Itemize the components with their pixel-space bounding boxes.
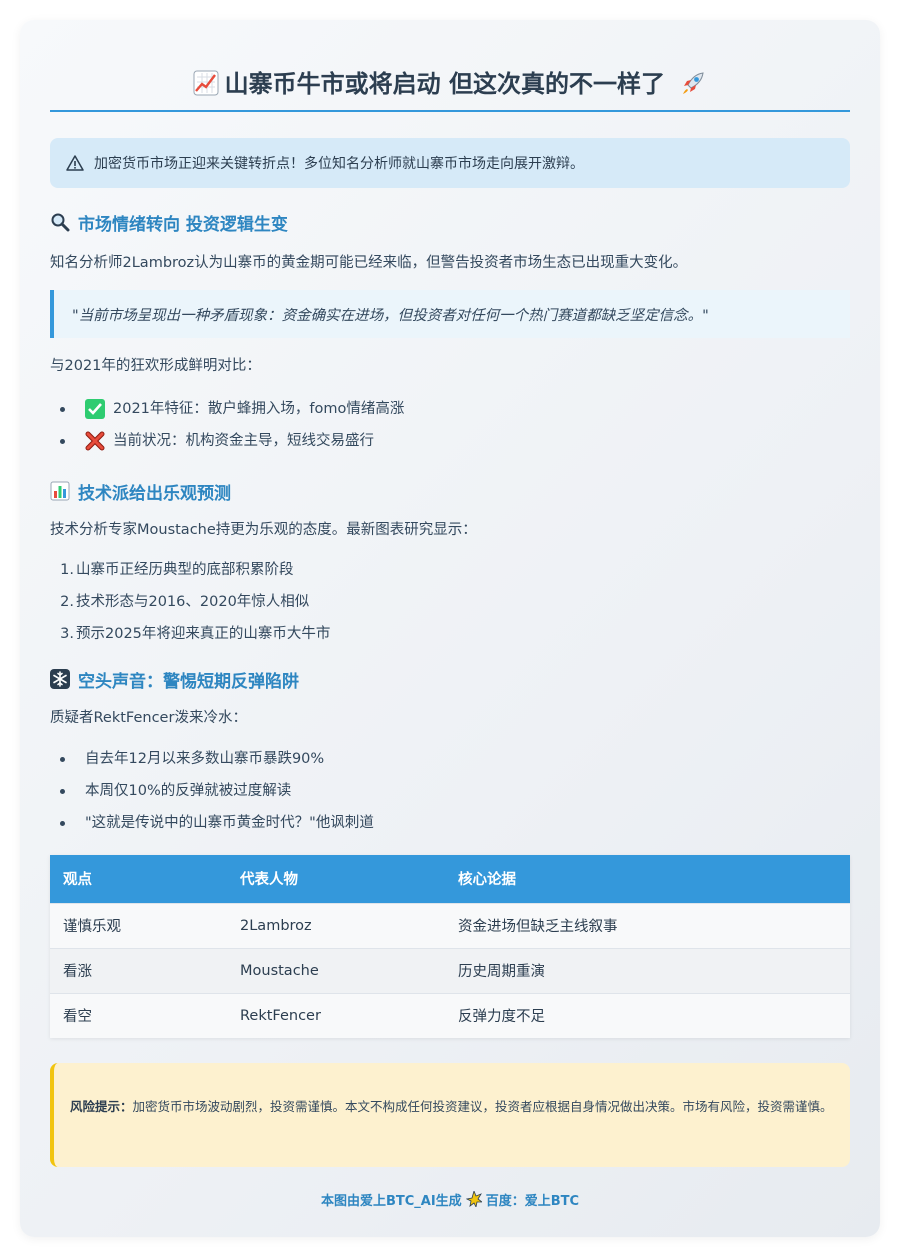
list-item-text: 山寨币正经历典型的底部积累阶段 <box>76 562 294 578</box>
bear-points-list: 自去年12月以来多数山寨币暴跌90% 本周仅10%的反弹就被过度解读 "这就是传… <box>50 743 850 839</box>
sparkle-icon <box>465 1191 482 1207</box>
bullet <box>60 406 65 412</box>
list-item: 3. 预示2025年将迎来真正的山寨币大牛市 <box>50 618 850 650</box>
section-heading-sentiment: 市场情绪转向 投资逻辑生变 <box>50 209 850 235</box>
cross-mark-icon <box>85 431 105 451</box>
paragraph: 技术分析专家Moustache持更为乐观的态度。最新图表研究显示： <box>50 522 477 538</box>
rocket-icon <box>683 72 704 94</box>
table-row: 看空 RektFencer 反弹力度不足 <box>50 992 850 1038</box>
risk-notice: 风险提示：加密货币市场波动剧烈，投资需谨慎。本文不构成任何投资建议，投资者应根据… <box>50 1063 850 1167</box>
list-item-text: "这就是传说中的山寨币黄金时代？"他讽刺道 <box>85 815 374 831</box>
bullet <box>60 756 65 762</box>
section-heading-text: 空头声音：警惕短期反弹陷阱 <box>78 671 299 692</box>
list-item: 当前状况：机构资金主导，短线交易盛行 <box>50 425 850 457</box>
section-heading-bears: 空头声音：警惕短期反弹陷阱 <box>50 666 850 692</box>
section-heading-text: 技术派给出乐观预测 <box>78 483 231 504</box>
warning-icon <box>66 155 84 171</box>
bullet <box>60 788 65 794</box>
paragraph: 质疑者RektFencer泼来冷水： <box>50 710 247 726</box>
page-title-text: 山寨币牛市或将启动 但这次真的不一样了 <box>224 70 665 98</box>
list-item: 1. 山寨币正经历典型的底部积累阶段 <box>50 554 850 586</box>
prediction-list: 1. 山寨币正经历典型的底部积累阶段 2. 技术形态与2016、2020年惊人相… <box>50 554 850 650</box>
page-title: 山寨币牛市或将启动 但这次真的不一样了 <box>50 66 850 102</box>
chart-increasing-icon <box>193 70 219 96</box>
section-heading-text: 市场情绪转向 投资逻辑生变 <box>78 214 288 235</box>
list-number: 1. <box>60 562 74 578</box>
list-item-text: 当前状况：机构资金主导，短线交易盛行 <box>113 433 374 449</box>
table-cell: 历史周期重演 <box>445 947 850 993</box>
footer-credit: 本图由爱上BTC_AI生成 百度：爱上BTC <box>50 1188 850 1210</box>
list-number: 2. <box>60 594 74 610</box>
alert-banner: 加密货币市场正迎来关键转折点！多位知名分析师就山寨币市场走向展开激辩。 <box>50 138 850 188</box>
list-item: "这就是传说中的山寨币黄金时代？"他讽刺道 <box>50 807 850 839</box>
table-cell: RektFencer <box>227 992 445 1038</box>
list-number: 3. <box>60 626 74 642</box>
list-item: 2. 技术形态与2016、2020年惊人相似 <box>50 586 850 618</box>
table-cell: 2Lambroz <box>227 902 445 948</box>
snowflake-icon <box>50 669 70 689</box>
footer-right-text: 百度：爱上BTC <box>485 1193 580 1209</box>
risk-text: 加密货币市场波动剧烈，投资需谨慎。本文不构成任何投资建议，投资者应根据自身情况做… <box>132 1099 833 1114</box>
comparison-list: 2021年特征：散户蜂拥入场，fomo情绪高涨 当前状况：机构资金主导，短线交易… <box>50 393 850 457</box>
table-row: 谨慎乐观 2Lambroz 资金进场但缺乏主线叙事 <box>50 902 850 948</box>
paragraph: 与2021年的狂欢形成鲜明对比： <box>50 358 261 374</box>
alert-text: 加密货币市场正迎来关键转折点！多位知名分析师就山寨币市场走向展开激辩。 <box>94 156 584 172</box>
quote-block: "当前市场呈现出一种矛盾现象：资金确实在进场，但投资者对任何一个热门赛道都缺乏坚… <box>50 290 850 338</box>
table-header-row: 观点 代表人物 核心论据 <box>50 855 850 903</box>
title-divider <box>50 110 850 112</box>
paragraph: 知名分析师2Lambroz认为山寨币的黄金期可能已经来临，但警告投资者市场生态已… <box>50 255 688 271</box>
list-item: 2021年特征：散户蜂拥入场，fomo情绪高涨 <box>50 393 850 425</box>
list-item-text: 技术形态与2016、2020年惊人相似 <box>76 594 310 610</box>
bullet <box>60 820 65 826</box>
views-table: 观点 代表人物 核心论据 谨慎乐观 2Lambroz 资金进场但缺乏主线叙事 看… <box>50 855 850 1038</box>
magnifier-icon <box>51 213 70 232</box>
list-item-text: 自去年12月以来多数山寨币暴跌90% <box>85 751 325 767</box>
list-item-text: 本周仅10%的反弹就被过度解读 <box>85 783 292 799</box>
table-cell: 反弹力度不足 <box>445 992 850 1038</box>
list-item: 自去年12月以来多数山寨币暴跌90% <box>50 743 850 775</box>
footer-left-text: 本图由爱上BTC_AI生成 <box>320 1193 462 1209</box>
list-item-text: 预示2025年将迎来真正的山寨币大牛市 <box>76 626 331 642</box>
table-cell: Moustache <box>227 947 445 993</box>
bullet <box>60 438 65 444</box>
bar-chart-icon <box>50 481 70 501</box>
check-mark-icon <box>85 399 105 419</box>
table-cell: 看涨 <box>50 947 227 993</box>
table-header-cell: 代表人物 <box>240 872 298 889</box>
table-cell: 资金进场但缺乏主线叙事 <box>445 902 850 948</box>
risk-label: 风险提示： <box>70 1099 133 1114</box>
table-header-cell: 观点 <box>63 872 92 889</box>
section-heading-technical: 技术派给出乐观预测 <box>50 478 850 504</box>
table-row: 看涨 Moustache 历史周期重演 <box>50 947 850 993</box>
table-header-cell: 核心论据 <box>458 872 516 889</box>
table-cell: 谨慎乐观 <box>50 902 227 948</box>
quote-text: "当前市场呈现出一种矛盾现象：资金确实在进场，但投资者对任何一个热门赛道都缺乏坚… <box>72 307 709 324</box>
table-cell: 看空 <box>50 992 227 1038</box>
list-item-text: 2021年特征：散户蜂拥入场，fomo情绪高涨 <box>113 401 405 417</box>
list-item: 本周仅10%的反弹就被过度解读 <box>50 775 850 807</box>
